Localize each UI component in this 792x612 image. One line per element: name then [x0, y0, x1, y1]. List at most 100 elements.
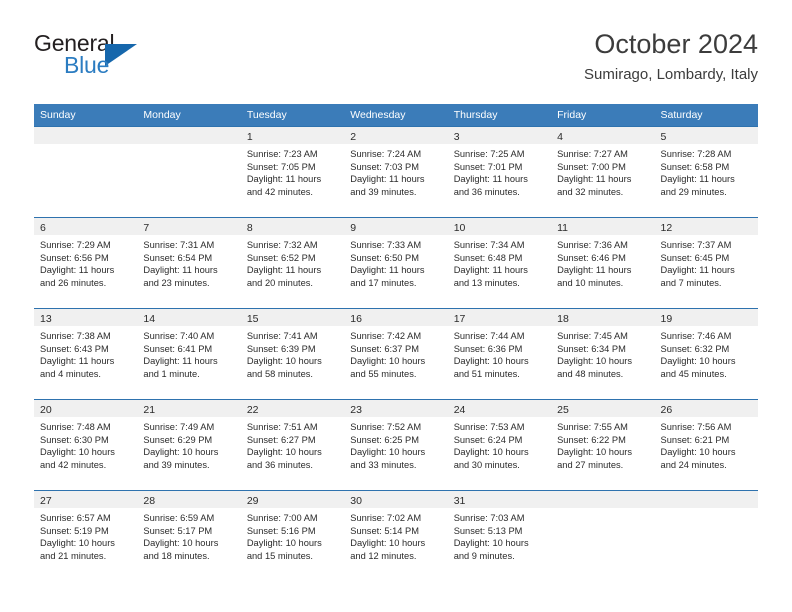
day-number-band: 8 [240, 218, 345, 235]
calendar-day-cell[interactable]: 24 Sunrise: 7:53 AM Sunset: 6:24 PM Dayligh… [447, 399, 552, 491]
sunset-time: Sunset: 6:30 PM [40, 434, 109, 445]
calendar-day-cell[interactable]: 15 Sunrise: 7:41 AM Sunset: 6:39 PM Dayligh… [240, 308, 345, 400]
day-number-band: 7 [137, 218, 241, 235]
daylight-duration-line-2: and 42 minutes. [246, 186, 313, 197]
day-number-band: 3 [447, 127, 552, 144]
brand-logo[interactable]: General Blue [34, 30, 254, 92]
weekday-header-monday: Monday [137, 104, 241, 127]
calendar-day-cell[interactable]: 14 Sunrise: 7:40 AM Sunset: 6:41 PM Dayligh… [137, 308, 241, 400]
calendar-day-cell[interactable]: 4 Sunrise: 7:27 AM Sunset: 7:00 PM Daylight… [551, 126, 655, 218]
calendar-day-cell[interactable]: 2 Sunrise: 7:24 AM Sunset: 7:03 PM Daylight… [344, 126, 448, 218]
calendar-day-cell[interactable]: 12 Sunrise: 7:37 AM Sunset: 6:45 PM Dayligh… [654, 217, 758, 309]
calendar-day-cell-empty [551, 490, 655, 581]
calendar-day-cell[interactable]: 30 Sunrise: 7:02 AM Sunset: 5:14 PM Dayligh… [344, 490, 448, 581]
day-number: 2 [350, 131, 357, 143]
daylight-duration-line-1: Daylight: 10 hours [350, 447, 426, 458]
day-number-band: 23 [344, 400, 448, 417]
daylight-duration-line-2: and 23 minutes. [143, 277, 210, 288]
daylight-duration-line-1: Daylight: 11 hours [660, 265, 735, 276]
day-cell-inner: 28 Sunrise: 6:59 AM Sunset: 5:17 PM Dayligh… [137, 491, 241, 581]
calendar-day-cell[interactable]: 21 Sunrise: 7:49 AM Sunset: 6:29 PM Dayligh… [137, 399, 241, 491]
calendar-day-cell[interactable]: 7 Sunrise: 7:31 AM Sunset: 6:54 PM Daylight… [137, 217, 241, 309]
calendar-day-cell[interactable]: 19 Sunrise: 7:46 AM Sunset: 6:32 PM Dayligh… [654, 308, 758, 400]
sunset-time: Sunset: 6:25 PM [350, 434, 419, 445]
sunset-time: Sunset: 6:50 PM [350, 252, 419, 263]
daylight-duration-line-1: Daylight: 11 hours [660, 174, 735, 185]
day-cell-inner: 6 Sunrise: 7:29 AM Sunset: 6:56 PM Daylight… [34, 218, 138, 308]
daylight-duration-line-2: and 39 minutes. [350, 186, 417, 197]
calendar-day-cell[interactable]: 9 Sunrise: 7:33 AM Sunset: 6:50 PM Daylight… [344, 217, 448, 309]
day-number-band: 29 [240, 491, 345, 508]
calendar-day-cell[interactable]: 5 Sunrise: 7:28 AM Sunset: 6:58 PM Daylight… [654, 126, 758, 218]
day-cell-inner: 11 Sunrise: 7:36 AM Sunset: 6:46 PM Dayligh… [551, 218, 655, 308]
daylight-duration-line-1: Daylight: 11 hours [40, 265, 115, 276]
day-cell-body: Sunrise: 7:56 AM Sunset: 6:21 PM Daylight:… [655, 417, 758, 471]
calendar-week-row: 13 Sunrise: 7:38 AM Sunset: 6:43 PM Dayligh… [34, 308, 758, 400]
day-number: 5 [660, 131, 667, 143]
calendar-day-cell[interactable]: 17 Sunrise: 7:44 AM Sunset: 6:36 PM Dayligh… [447, 308, 552, 400]
day-cell-inner: 12 Sunrise: 7:37 AM Sunset: 6:45 PM Dayligh… [654, 218, 758, 308]
sunrise-time: Sunrise: 7:34 AM [453, 240, 525, 250]
calendar-day-cell[interactable]: 18 Sunrise: 7:45 AM Sunset: 6:34 PM Dayligh… [551, 308, 655, 400]
calendar-day-cell[interactable]: 6 Sunrise: 7:29 AM Sunset: 6:56 PM Daylight… [34, 217, 138, 309]
day-number-band: 22 [240, 400, 345, 417]
daylight-duration-line-2: and 39 minutes. [143, 459, 210, 470]
daylight-duration-line-1: Daylight: 10 hours [453, 356, 529, 367]
day-cell-inner: 16 Sunrise: 7:42 AM Sunset: 6:37 PM Dayligh… [344, 309, 448, 399]
calendar-day-cell[interactable]: 16 Sunrise: 7:42 AM Sunset: 6:37 PM Dayligh… [344, 308, 448, 400]
calendar-day-cell[interactable]: 29 Sunrise: 7:00 AM Sunset: 5:16 PM Dayligh… [240, 490, 345, 581]
daylight-duration-line-2: and 9 minutes. [453, 550, 515, 561]
day-number-band: 20 [34, 400, 138, 417]
calendar-day-cell[interactable]: 20 Sunrise: 7:48 AM Sunset: 6:30 PM Dayligh… [34, 399, 138, 491]
day-number-band: 30 [344, 491, 448, 508]
daylight-duration-line-2: and 42 minutes. [40, 459, 107, 470]
daylight-duration-line-2: and 33 minutes. [350, 459, 417, 470]
daylight-duration-line-2: and 10 minutes. [557, 277, 624, 288]
day-number: 30 [350, 495, 362, 507]
sunset-time: Sunset: 5:17 PM [143, 525, 213, 536]
calendar-day-cell[interactable]: 11 Sunrise: 7:36 AM Sunset: 6:46 PM Dayligh… [551, 217, 655, 309]
calendar-day-cell[interactable]: 8 Sunrise: 7:32 AM Sunset: 6:52 PM Daylight… [240, 217, 345, 309]
brand-triangle-icon [105, 44, 137, 66]
calendar-day-cell[interactable]: 3 Sunrise: 7:25 AM Sunset: 7:01 PM Daylight… [447, 126, 552, 218]
day-number: 19 [660, 313, 673, 325]
calendar-day-cell[interactable]: 22 Sunrise: 7:51 AM Sunset: 6:27 PM Dayligh… [240, 399, 345, 491]
calendar-day-cell[interactable]: 1 Sunrise: 7:23 AM Sunset: 7:05 PM Daylight… [240, 126, 345, 218]
calendar-day-cell[interactable]: 31 Sunrise: 7:03 AM Sunset: 5:13 PM Dayligh… [447, 490, 552, 581]
calendar-body: 1 Sunrise: 7:23 AM Sunset: 7:05 PM Daylight… [34, 126, 758, 581]
day-cell-body: Sunrise: 7:02 AM Sunset: 5:14 PM Daylight:… [344, 508, 447, 562]
daylight-duration-line-2: and 36 minutes. [246, 459, 313, 470]
day-cell-body: Sunrise: 7:38 AM Sunset: 6:43 PM Daylight:… [34, 326, 137, 380]
calendar-day-cell[interactable]: 28 Sunrise: 6:59 AM Sunset: 5:17 PM Dayligh… [137, 490, 241, 581]
day-cell-inner: 21 Sunrise: 7:49 AM Sunset: 6:29 PM Dayligh… [137, 400, 241, 490]
day-number: 28 [143, 495, 156, 507]
daylight-duration-line-1: Daylight: 11 hours [40, 356, 115, 367]
calendar-day-cell[interactable]: 13 Sunrise: 7:38 AM Sunset: 6:43 PM Dayligh… [34, 308, 138, 400]
weekday-header-saturday: Saturday [654, 104, 758, 127]
day-cell-body: Sunrise: 7:40 AM Sunset: 6:41 PM Daylight:… [137, 326, 240, 380]
day-cell-body [655, 508, 758, 512]
day-number-band: 11 [551, 218, 655, 235]
daylight-duration-line-2: and 55 minutes. [350, 368, 417, 379]
day-cell-inner: 23 Sunrise: 7:52 AM Sunset: 6:25 PM Dayligh… [344, 400, 448, 490]
calendar-day-cell[interactable]: 10 Sunrise: 7:34 AM Sunset: 6:48 PM Dayligh… [447, 217, 552, 309]
day-number: 13 [40, 313, 52, 325]
daylight-duration-line-2: and 26 minutes. [40, 277, 107, 288]
calendar-day-cell[interactable]: 23 Sunrise: 7:52 AM Sunset: 6:25 PM Dayligh… [344, 399, 448, 491]
day-number-band: 15 [240, 309, 345, 326]
calendar-day-cell[interactable]: 27 Sunrise: 6:57 AM Sunset: 5:19 PM Dayligh… [34, 490, 138, 581]
calendar-day-cell[interactable]: 26 Sunrise: 7:56 AM Sunset: 6:21 PM Dayligh… [654, 399, 758, 491]
daylight-duration-line-1: Daylight: 11 hours [557, 265, 632, 276]
day-number: 15 [246, 313, 259, 325]
daylight-duration-line-1: Daylight: 10 hours [660, 447, 736, 458]
day-number-band: 24 [447, 400, 552, 417]
day-cell-body: Sunrise: 7:52 AM Sunset: 6:25 PM Daylight:… [344, 417, 447, 471]
day-cell-inner: 20 Sunrise: 7:48 AM Sunset: 6:30 PM Dayligh… [34, 400, 138, 490]
daylight-duration-line-1: Daylight: 11 hours [143, 356, 218, 367]
day-cell-inner: 22 Sunrise: 7:51 AM Sunset: 6:27 PM Dayligh… [240, 400, 345, 490]
page-subtitle: Sumirago, Lombardy, Italy [584, 66, 758, 83]
sunrise-time: Sunrise: 7:25 AM [453, 149, 525, 159]
day-number: 16 [350, 313, 362, 325]
day-cell-body: Sunrise: 7:45 AM Sunset: 6:34 PM Daylight:… [551, 326, 654, 380]
calendar-day-cell[interactable]: 25 Sunrise: 7:55 AM Sunset: 6:22 PM Dayligh… [551, 399, 655, 491]
